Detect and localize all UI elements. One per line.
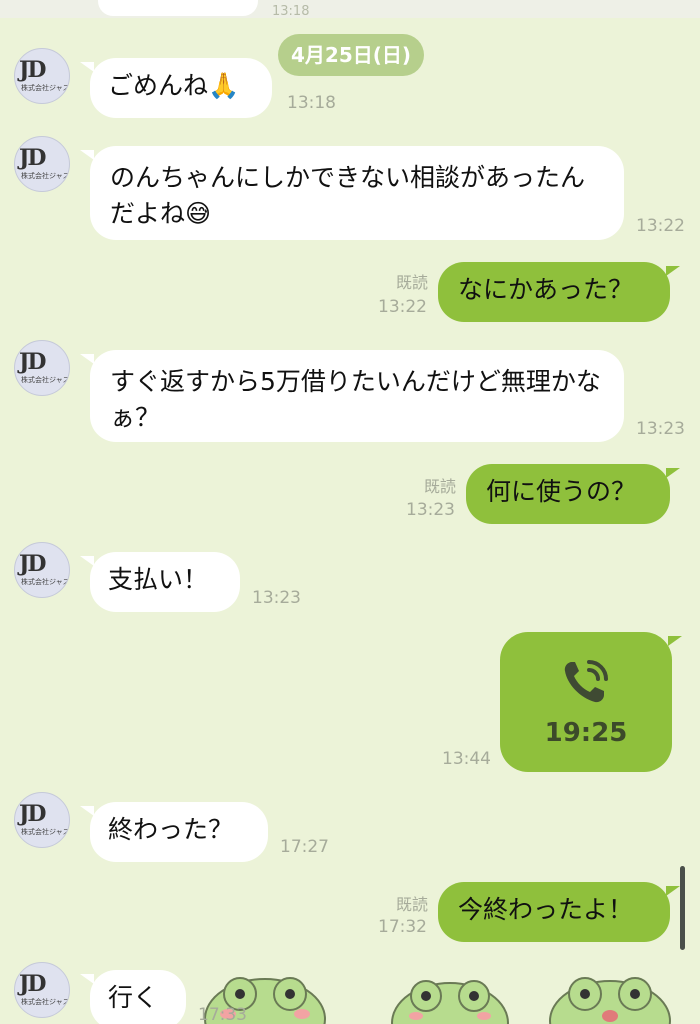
avatar-logo: JD <box>19 349 46 375</box>
read-receipt: 既読 <box>395 273 428 292</box>
message-timestamp: 13:22 <box>378 297 427 317</box>
incoming-message-bubble[interactable]: のんちゃんにしかできない相談があったんだよね😅 <box>80 146 624 240</box>
contact-avatar[interactable]: JD 株式会社ジャストデザイン <box>14 792 70 848</box>
top-strip: 13:18 <box>0 0 700 19</box>
sticker-row[interactable] <box>190 960 700 1024</box>
avatar-logo: JD <box>19 551 46 577</box>
partial-timestamp: 13:18 <box>272 4 310 19</box>
frog-sticker-icon <box>549 977 671 1024</box>
message-text: なにかあった？ <box>458 275 634 304</box>
avatar-logo-subtext: 株式会社ジャストデザイン <box>21 578 70 586</box>
message-text: のんちゃんにしかできない相談があったんだよね😅 <box>110 163 586 228</box>
outgoing-message-bubble[interactable]: 何に使うの？ <box>466 464 680 524</box>
avatar-logo: JD <box>19 57 46 83</box>
incoming-message-bubble[interactable]: ごめんね🙏 <box>80 58 272 118</box>
avatar-logo: JD <box>19 801 46 827</box>
message-timestamp: 13:44 <box>442 749 491 769</box>
message-timestamp: 17:33 <box>198 1005 247 1024</box>
message-text: すぐ返すから5万借りたいんだけど無理かなぁ？ <box>110 367 601 432</box>
incoming-message-bubble[interactable]: 終わった？ <box>80 802 268 862</box>
incoming-message-bubble[interactable]: 支払い！ <box>80 552 240 612</box>
frog-sticker-icon <box>391 980 509 1024</box>
message-timestamp: 13:23 <box>636 419 685 439</box>
contact-avatar[interactable]: JD 株式会社ジャストデザイン <box>14 136 70 192</box>
message-text: 何に使うの？ <box>486 477 637 506</box>
avatar-logo-subtext: 株式会社ジャストデザイン <box>21 172 70 180</box>
read-receipt: 既読 <box>395 895 428 914</box>
scrollbar[interactable] <box>680 866 685 950</box>
avatar-logo: JD <box>19 145 46 171</box>
read-receipt: 既読 <box>423 477 456 496</box>
avatar-logo-subtext: 株式会社ジャストデザイン <box>21 84 70 92</box>
message-text: ごめんね🙏 <box>108 71 240 100</box>
message-timestamp: 13:23 <box>406 500 455 520</box>
partial-message-bubble[interactable] <box>98 0 258 16</box>
avatar-logo-subtext: 株式会社ジャストデザイン <box>21 376 70 384</box>
message-timestamp: 17:32 <box>378 917 427 937</box>
message-text: 終わった？ <box>108 815 234 844</box>
avatar-logo: JD <box>19 971 46 997</box>
contact-avatar[interactable]: JD 株式会社ジャストデザイン <box>14 962 70 1018</box>
message-timestamp: 13:18 <box>287 93 336 113</box>
contact-avatar[interactable]: JD 株式会社ジャストデザイン <box>14 48 70 104</box>
phone-call-icon <box>564 660 608 703</box>
contact-avatar[interactable]: JD 株式会社ジャストデザイン <box>14 340 70 396</box>
date-separator: 4月25日(日) <box>278 34 424 76</box>
voice-call-bubble[interactable]: 19:25 <box>500 632 682 772</box>
avatar-logo-subtext: 株式会社ジャストデザイン <box>21 828 70 836</box>
incoming-message-bubble[interactable]: 行く <box>80 970 186 1024</box>
message-text: 今終わったよ！ <box>458 895 634 924</box>
message-text: 支払い！ <box>108 565 209 594</box>
message-text: 行く <box>108 983 159 1012</box>
avatar-logo-subtext: 株式会社ジャストデザイン <box>21 998 70 1006</box>
outgoing-message-bubble[interactable]: なにかあった？ <box>438 262 680 322</box>
message-timestamp: 13:22 <box>636 216 685 236</box>
contact-avatar[interactable]: JD 株式会社ジャストデザイン <box>14 542 70 598</box>
message-timestamp: 17:27 <box>280 837 329 857</box>
call-duration: 19:25 <box>544 718 628 748</box>
message-timestamp: 13:23 <box>252 588 301 608</box>
incoming-message-bubble[interactable]: すぐ返すから5万借りたいんだけど無理かなぁ？ <box>80 350 624 442</box>
outgoing-message-bubble[interactable]: 今終わったよ！ <box>438 882 680 942</box>
